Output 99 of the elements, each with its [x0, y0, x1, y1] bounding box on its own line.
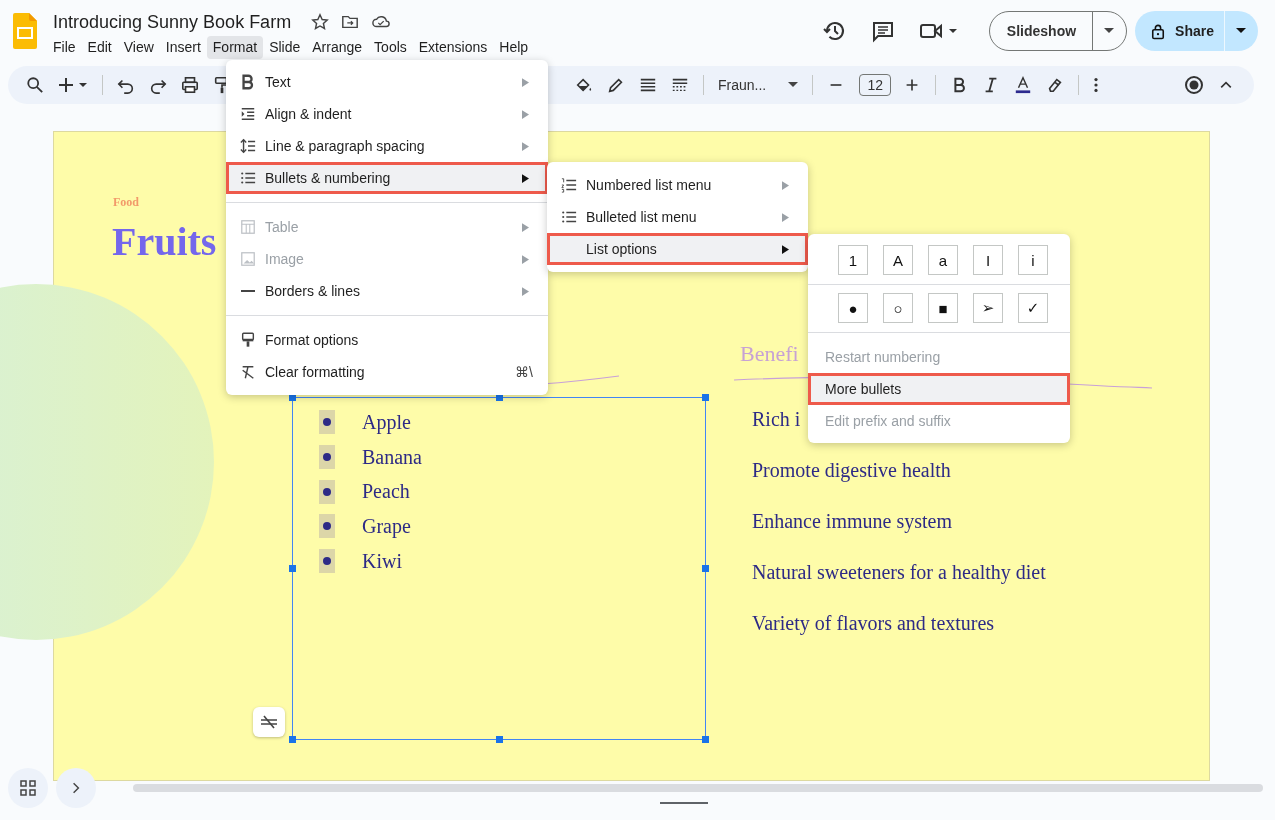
history-icon[interactable] [822, 19, 847, 43]
numbered-list-icon [561, 177, 577, 193]
bullet-icon [319, 410, 335, 435]
bullet-style-option[interactable]: ■ [928, 293, 958, 323]
line-icon [241, 290, 255, 292]
indent-icon [240, 106, 256, 122]
line-dash-icon[interactable] [671, 76, 689, 94]
menu-item[interactable]: Align & indent [226, 98, 548, 130]
slide-eyebrow: Food [113, 195, 139, 210]
menu-item[interactable]: Bullets & numbering [226, 162, 548, 194]
menu-item[interactable]: File [47, 36, 82, 59]
bullet-style-option[interactable]: ✓ [1018, 293, 1048, 323]
bold-icon [240, 74, 256, 90]
menu-item[interactable]: Line & paragraph spacing [226, 130, 548, 162]
bullet-icon [319, 549, 335, 574]
font-size-field[interactable]: 12 [859, 74, 892, 96]
font-dropdown[interactable]: Fraun... [718, 77, 799, 93]
bullets-icon [240, 170, 256, 186]
resize-handle[interactable] [702, 565, 709, 572]
bullet-style-option[interactable]: ○ [883, 293, 913, 323]
bullet-icon [319, 445, 335, 470]
bullet-icon [319, 479, 335, 504]
list-item: Rich i [752, 407, 801, 431]
caret-icon [788, 82, 799, 88]
share-button[interactable]: Share [1135, 11, 1258, 51]
menu-item[interactable]: Numbered list menu [547, 169, 808, 201]
record-icon[interactable] [1184, 75, 1204, 95]
caret-icon[interactable] [1104, 28, 1115, 34]
menu-item[interactable]: Tools [368, 36, 413, 59]
resize-handle[interactable] [289, 565, 296, 572]
submenu-arrow-icon [782, 244, 789, 254]
spacing-icon [240, 138, 256, 154]
submenu-arrow-icon [782, 180, 789, 190]
numbering-style-option[interactable]: 1 [838, 245, 868, 275]
resize-handle[interactable] [289, 736, 296, 743]
bullet-icon [319, 514, 335, 539]
menu-item[interactable]: More bullets [808, 373, 1070, 405]
numbering-style-option[interactable]: a [928, 245, 958, 275]
grid-icon [20, 780, 36, 796]
resize-handle[interactable] [496, 736, 503, 743]
menu-item[interactable]: Borders & lines [226, 275, 548, 307]
scrollbar[interactable] [133, 784, 1263, 792]
pencil-icon[interactable] [607, 76, 625, 94]
move-folder-icon[interactable] [341, 13, 360, 31]
menu-item[interactable]: Insert [159, 36, 207, 59]
bullet-style-option[interactable]: ➢ [973, 293, 1003, 323]
numbering-style-option[interactable]: I [973, 245, 1003, 275]
menu-item[interactable]: Arrange [306, 36, 369, 59]
menu-item[interactable]: Slide [263, 36, 307, 59]
resize-handle[interactable] [702, 394, 709, 401]
menu-item[interactable]: Help [493, 36, 535, 59]
grid-view-button[interactable] [8, 768, 48, 808]
list-item: Promote digestive health [752, 458, 951, 482]
strikethrough-lines-icon [259, 715, 279, 729]
caret-icon[interactable] [1236, 28, 1246, 34]
add-icon[interactable] [58, 75, 88, 95]
list-item: Grape [362, 514, 411, 538]
menu-item[interactable]: Bulleted list menu [547, 201, 808, 233]
menu-item[interactable]: Edit [81, 36, 118, 59]
paint-icon [240, 332, 256, 348]
list-item: Banana [362, 445, 422, 469]
menu-item[interactable]: View [117, 36, 160, 59]
list-item: Variety of flavors and textures [752, 611, 995, 635]
bulleted-list-icon [561, 209, 577, 225]
slide-title: Fruits [112, 218, 217, 265]
resize-handle[interactable] [702, 736, 709, 743]
menu-item[interactable]: Text [226, 66, 548, 98]
numbering-style-option[interactable]: i [1018, 245, 1048, 275]
lock-icon [1151, 22, 1166, 40]
list-item: Apple [362, 410, 411, 434]
submenu-arrow-icon [782, 212, 789, 222]
menu-item[interactable]: Format options [226, 324, 548, 356]
line-weight-icon[interactable] [639, 76, 657, 94]
table-icon [240, 219, 256, 235]
search-icon[interactable] [26, 76, 44, 94]
menu-item[interactable]: List options [547, 233, 808, 265]
text-color-icon[interactable] [1014, 76, 1033, 94]
star-icon[interactable] [311, 13, 330, 31]
menu-item[interactable]: Clear formatting ⌘\ [226, 356, 548, 388]
list-item: Enhance immune system [752, 509, 952, 533]
list-item: Kiwi [362, 549, 402, 573]
shortcut-text: ⌘\ [515, 364, 533, 380]
comment-icon[interactable] [870, 19, 895, 43]
menu-item[interactable]: Format [206, 36, 264, 59]
print-icon[interactable] [181, 76, 199, 94]
text-box[interactable]: Apple Banana Peach Grape Kiwi [292, 397, 706, 740]
list-item: Peach [362, 480, 410, 504]
slide-subtitle: Benefi [740, 341, 799, 367]
numbering-style-option[interactable]: A [883, 245, 913, 275]
chevron-right-icon [72, 782, 80, 794]
menu-item[interactable]: Extensions [412, 36, 494, 59]
clear-icon [240, 364, 256, 380]
more-icon[interactable] [1093, 76, 1100, 94]
bullet-style-option[interactable]: ● [838, 293, 868, 323]
image-icon [240, 251, 256, 267]
hide-guides-button[interactable] [253, 707, 285, 737]
list-item: Natural sweeteners for a healthy diet [752, 560, 1046, 584]
document-title[interactable]: Introducing Sunny Book Farm [53, 11, 292, 33]
fill-color-icon[interactable] [575, 76, 593, 94]
